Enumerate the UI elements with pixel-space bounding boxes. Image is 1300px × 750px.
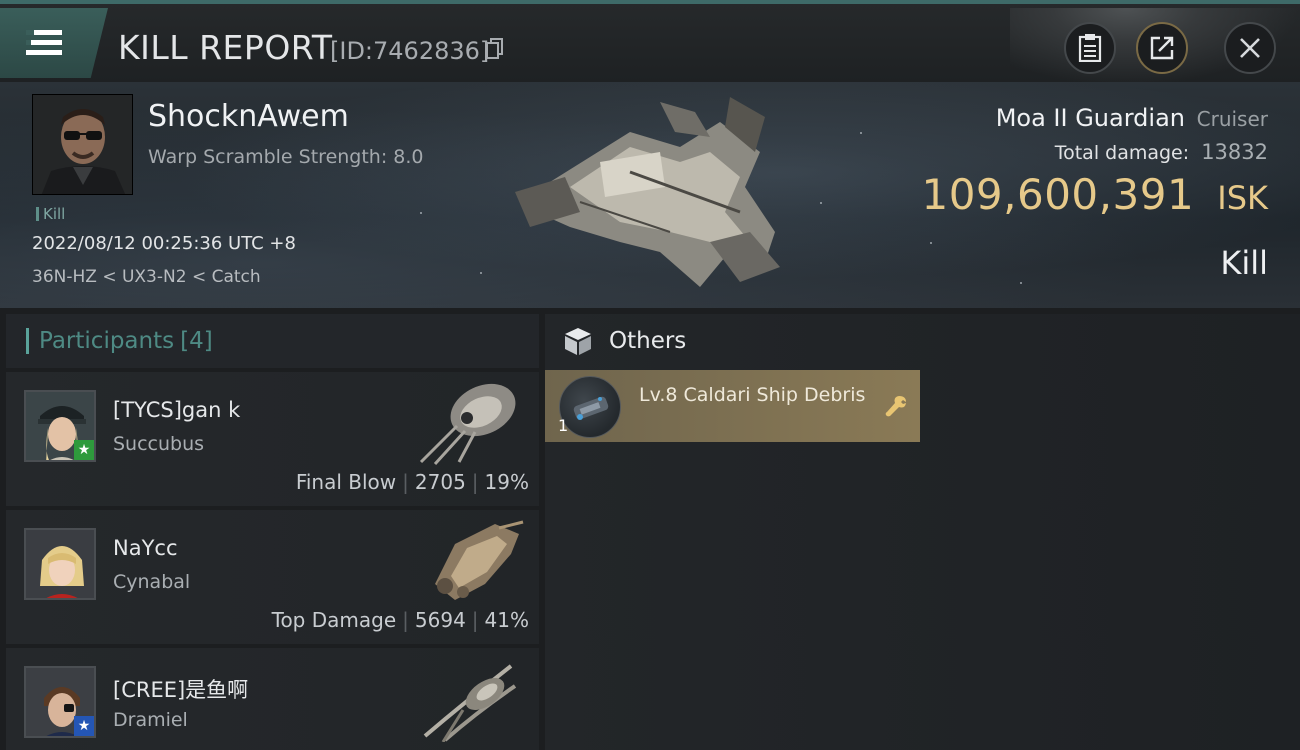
participant-badge-star-icon: ★	[74, 716, 94, 736]
victim-name[interactable]: ShocknAwem	[148, 99, 349, 134]
victim-ship-name: Moa II Guardian	[995, 104, 1185, 132]
kill-tag: Kill	[36, 205, 65, 223]
victim-banner: ShocknAwem Warp Scramble Strength: 8.0 K…	[0, 82, 1300, 308]
participant-percent: 19%	[484, 470, 529, 494]
participant-badge-star-icon: ★	[74, 440, 94, 460]
menu-icon	[26, 30, 62, 55]
box-icon	[565, 328, 591, 355]
participants-header: Participants [4]	[6, 314, 539, 368]
victim-ship-image	[515, 97, 780, 287]
participant-stats: Top Damage | 5694 | 41%	[271, 608, 529, 632]
participant-row[interactable]: ★ [TYCS]gan k Succubus Final Blow | 2705 | 1…	[6, 372, 539, 506]
participants-count: [4]	[180, 328, 213, 354]
others-header: Others	[545, 314, 1300, 368]
participant-percent: 41%	[484, 608, 529, 632]
participant-role: Top Damage	[271, 608, 397, 632]
participants-label: Participants	[39, 328, 175, 354]
total-damage-value: 13832	[1201, 140, 1268, 164]
participants-panel: Participants [4] ★ [TYCS]gan k Succubus	[6, 314, 539, 750]
participant-role: Final Blow	[295, 470, 397, 494]
participant-stats: Final Blow | 2705 | 19%	[295, 470, 529, 494]
section-accent-bar	[26, 328, 29, 354]
share-button[interactable]	[1136, 22, 1188, 74]
participant-damage: 5694	[414, 608, 466, 632]
clipboard-button[interactable]	[1064, 22, 1116, 74]
victim-ship-class: Cruiser	[1196, 107, 1268, 131]
participant-damage: 2705	[414, 470, 466, 494]
participant-name[interactable]: [TYCS]gan k	[113, 398, 240, 422]
header-bar: KILL REPORT [ID:7462836]	[0, 0, 1300, 86]
menu-button[interactable]	[0, 8, 108, 78]
close-button[interactable]	[1224, 22, 1276, 74]
participant-avatar[interactable]: ★	[24, 390, 96, 462]
victim-attribute: Warp Scramble Strength: 8.0	[148, 146, 424, 168]
others-label: Others	[609, 328, 687, 354]
copy-icon[interactable]	[486, 38, 504, 60]
participant-ship-image	[419, 383, 516, 466]
participant-name[interactable]: NaYcc	[113, 536, 178, 560]
item-thumbnail	[559, 376, 621, 438]
isk-value-row: 109,600,391 ISK	[921, 170, 1268, 219]
total-damage: Total damage: 13832	[1055, 140, 1268, 164]
participant-ship-image	[435, 520, 524, 600]
close-icon	[1240, 38, 1260, 58]
participant-row[interactable]: NaYcc Cynabal Top Damage | 5694 | 41%	[6, 510, 539, 644]
participant-name[interactable]: [CREE]是鱼啊	[113, 674, 248, 704]
participant-ship: Succubus	[113, 433, 205, 455]
isk-unit: ISK	[1217, 179, 1268, 217]
kill-result: Kill	[1220, 244, 1268, 282]
others-panel: Others 1 Lv.8 Caldari Ship Debris	[545, 314, 1300, 750]
wrench-icon[interactable]	[884, 394, 908, 418]
report-id: [ID:7462836]	[330, 37, 490, 65]
participant-avatar[interactable]	[24, 528, 96, 600]
page-title: KILL REPORT	[118, 28, 333, 67]
item-name: Lv.8 Caldari Ship Debris	[639, 384, 866, 406]
total-damage-label: Total damage:	[1054, 142, 1190, 164]
participant-avatar[interactable]: ★	[24, 666, 96, 738]
kill-timestamp: 2022/08/12 00:25:36 UTC +8	[32, 233, 296, 254]
kill-location[interactable]: 36N-HZ < UX3-N2 < Catch	[32, 267, 261, 287]
victim-avatar[interactable]	[32, 94, 133, 195]
share-icon	[1150, 36, 1174, 60]
participant-ship: Cynabal	[113, 571, 191, 593]
item-quantity: 1	[558, 416, 569, 435]
participant-ship-image	[423, 664, 517, 742]
item-card[interactable]: 1 Lv.8 Caldari Ship Debris	[545, 370, 920, 442]
participant-ship: Dramiel	[113, 709, 188, 731]
participant-row[interactable]: ★ [CREE]是鱼啊 Dramiel	[6, 648, 539, 750]
clipboard-icon	[1078, 34, 1102, 62]
isk-value: 109,600,391	[921, 170, 1195, 219]
victim-ship[interactable]: Moa II Guardian Cruiser	[996, 104, 1268, 132]
